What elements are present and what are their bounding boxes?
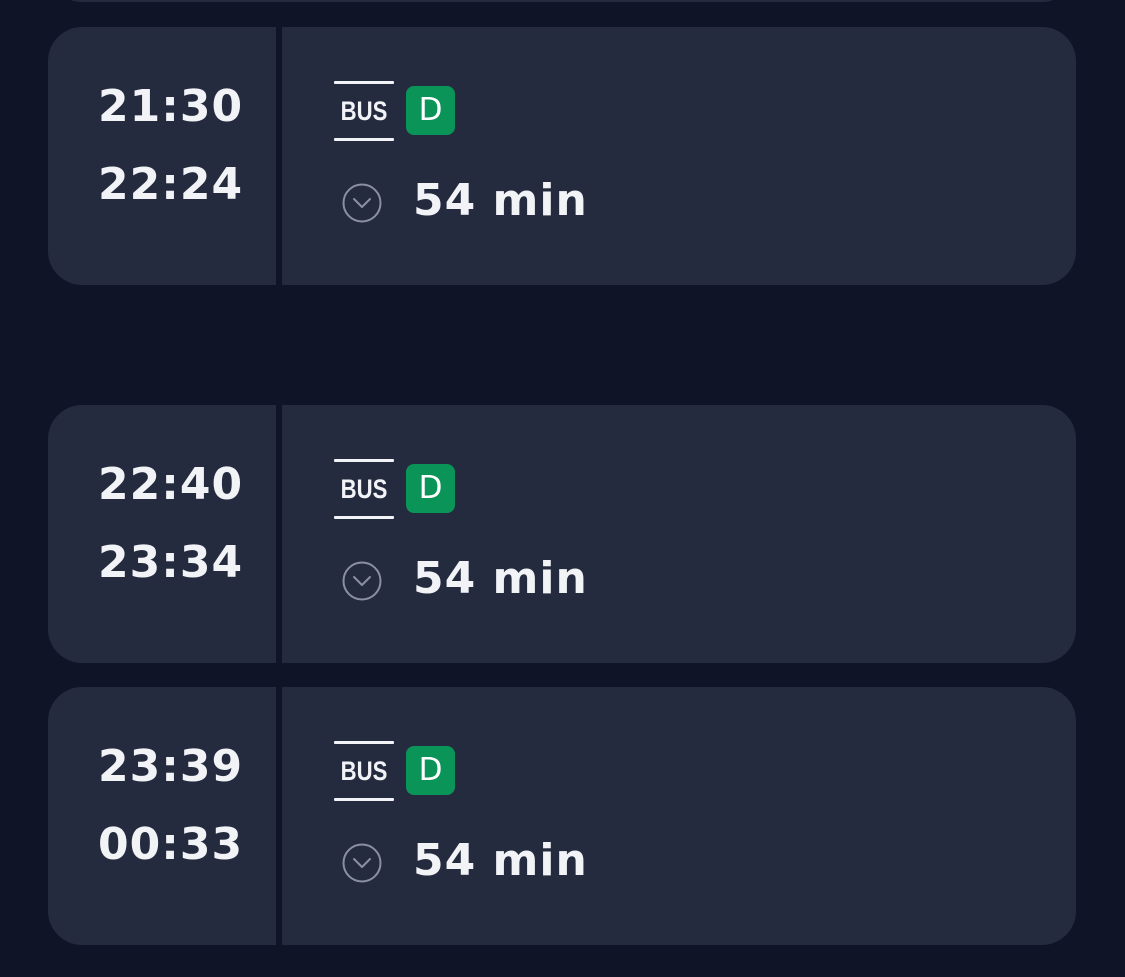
trip-duration: 54 min	[413, 553, 588, 604]
trip-details: BUS D 54 min	[282, 27, 1076, 285]
trip-times: 22:40 23:34	[48, 405, 276, 663]
departure-time: 23:39	[98, 741, 244, 792]
line-badge: D	[406, 746, 455, 795]
trip-times: 23:39 00:33	[48, 687, 276, 945]
line-badge: D	[406, 464, 455, 513]
trip-details: BUS D 54 min	[282, 405, 1076, 663]
mode-label: BUS	[340, 756, 388, 786]
chevron-down-circle-icon[interactable]	[342, 183, 382, 223]
departure-time: 21:30	[98, 81, 244, 132]
trip-card[interactable]: 23:39 00:33 BUS D 54 min	[48, 687, 1076, 945]
previous-trip-card[interactable]	[48, 0, 1076, 2]
arrival-time: 00:33	[98, 819, 244, 870]
bus-icon: BUS	[334, 81, 394, 141]
mode-label: BUS	[340, 474, 388, 504]
trip-card[interactable]: 22:40 23:34 BUS D 54 min	[48, 405, 1076, 663]
line-badge: D	[406, 86, 455, 135]
chevron-down-circle-icon[interactable]	[342, 843, 382, 883]
arrival-time: 22:24	[98, 159, 244, 210]
mode-label: BUS	[340, 96, 388, 126]
chevron-down-circle-icon[interactable]	[342, 561, 382, 601]
arrival-time: 23:34	[98, 537, 244, 588]
trip-times: 21:30 22:24	[48, 27, 276, 285]
bus-icon: BUS	[334, 459, 394, 519]
trip-duration: 54 min	[413, 175, 588, 226]
trip-details: BUS D 54 min	[282, 687, 1076, 945]
trip-card[interactable]: 21:30 22:24 BUS D 54 min	[48, 27, 1076, 285]
trip-list: 21:30 22:24 BUS D 54 min 22:40 23:34 BUS…	[0, 0, 1125, 977]
trip-duration: 54 min	[413, 835, 588, 886]
bus-icon: BUS	[334, 741, 394, 801]
departure-time: 22:40	[98, 459, 244, 510]
